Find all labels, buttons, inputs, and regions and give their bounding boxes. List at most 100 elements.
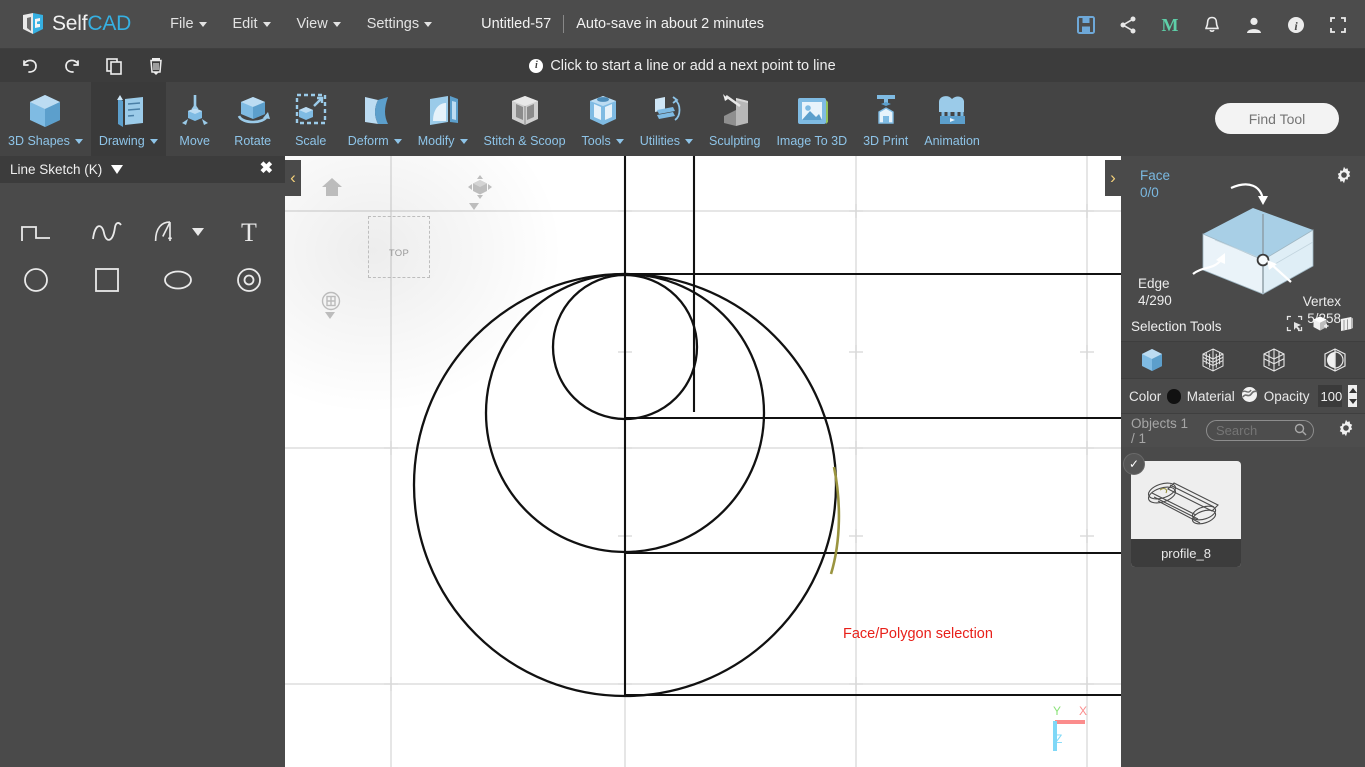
- ring-icon[interactable]: [223, 263, 275, 297]
- circle-icon[interactable]: [10, 263, 62, 297]
- tool-modify[interactable]: Modify: [410, 82, 476, 156]
- collapse-right-panel-button[interactable]: ›: [1105, 160, 1121, 196]
- user-icon[interactable]: [1243, 14, 1265, 36]
- chevron-down-icon: [332, 21, 341, 27]
- tool-3d-shapes[interactable]: 3D Shapes: [0, 82, 91, 156]
- chevron-down-icon[interactable]: [111, 165, 124, 174]
- top-menu-bar: SelfCAD File Edit View Settings Untitled…: [0, 0, 1365, 49]
- opacity-value[interactable]: 100: [1317, 385, 1343, 407]
- sketch-tool-grid: T: [0, 183, 285, 297]
- collapse-left-panel-button[interactable]: ‹: [285, 160, 301, 196]
- shell-mode-icon[interactable]: [1304, 341, 1365, 379]
- selfcad-logo[interactable]: SelfCAD: [20, 11, 131, 37]
- opacity-stepper[interactable]: [1348, 385, 1357, 407]
- stepper-down-icon[interactable]: [1348, 399, 1357, 404]
- tool-3d-print[interactable]: 3D Print: [855, 82, 916, 156]
- tool-stitch-and-scoop[interactable]: Stitch & Scoop: [476, 82, 574, 156]
- redo-icon[interactable]: [58, 55, 86, 77]
- find-tool-input[interactable]: [1215, 103, 1339, 134]
- tool-stitch-label: Stitch & Scoop: [483, 134, 566, 148]
- chevron-down-icon[interactable]: [191, 228, 204, 236]
- selection-vertex-label: Vertex: [1302, 294, 1341, 309]
- info-icon[interactable]: i: [1285, 14, 1307, 36]
- bell-icon[interactable]: [1201, 14, 1223, 36]
- text-icon[interactable]: T: [223, 215, 275, 249]
- fullscreen-icon[interactable]: [1327, 14, 1349, 36]
- selection-edge-label: Edge: [1138, 276, 1170, 291]
- face-mode-icon[interactable]: [1243, 341, 1304, 379]
- polyline-icon[interactable]: [10, 215, 62, 249]
- object-thumbnail: [1131, 461, 1241, 539]
- color-swatch[interactable]: [1167, 388, 1181, 404]
- tool-rotate-label: Rotate: [234, 134, 272, 148]
- selection-edge-count: 4/290: [1138, 293, 1172, 308]
- document-title[interactable]: Untitled-57: [481, 16, 551, 32]
- tool-tools[interactable]: Tools: [574, 82, 632, 156]
- scale-icon: [290, 88, 332, 134]
- stepper-up-icon[interactable]: [1348, 388, 1357, 393]
- view-cube-dropdown-icon[interactable]: [469, 203, 479, 210]
- object-visibility-checkbox[interactable]: ✓: [1123, 453, 1145, 475]
- tool-scale[interactable]: Scale: [282, 82, 340, 156]
- objects-search-input[interactable]: [1206, 420, 1314, 441]
- tool-utilities[interactable]: Utilities: [632, 82, 701, 156]
- object-mode-icon[interactable]: [1121, 341, 1182, 379]
- home-icon[interactable]: [321, 176, 343, 203]
- chevron-down-icon: [262, 21, 271, 27]
- save-icon[interactable]: [1075, 14, 1097, 36]
- view-cube-icon[interactable]: [467, 174, 493, 205]
- snap-grid-dropdown-icon[interactable]: [325, 312, 335, 319]
- svg-text:M: M: [1162, 15, 1179, 35]
- tool-drawing[interactable]: Drawing: [90, 82, 166, 156]
- tool-animation[interactable]: Animation: [916, 82, 988, 156]
- tool-sculpting[interactable]: Sculpting: [701, 82, 768, 156]
- box-select-icon[interactable]: [1312, 315, 1329, 337]
- viewport-3d[interactable]: ‹ › TOP Face/Polygon selection Y X Z: [285, 156, 1121, 767]
- move-icon: [174, 88, 216, 134]
- share-icon[interactable]: [1117, 14, 1139, 36]
- right-panel: Face 0/0 Edge 4/290 Vertex 5/258 Selecti…: [1121, 156, 1365, 767]
- tool-animation-label: Animation: [924, 134, 980, 148]
- ellipse-icon[interactable]: [152, 263, 204, 297]
- stitch-icon: [504, 88, 546, 134]
- copy-icon[interactable]: [100, 55, 128, 77]
- objects-list: ✓ profile_8: [1121, 447, 1365, 567]
- rect-select-icon[interactable]: [1286, 315, 1303, 337]
- tool-move[interactable]: Move: [166, 82, 224, 156]
- freehand-icon[interactable]: [152, 215, 204, 249]
- left-panel-header: Line Sketch (K) ✖: [0, 156, 285, 183]
- menu-edit[interactable]: Edit: [220, 10, 284, 38]
- menu-settings[interactable]: Settings: [354, 10, 445, 38]
- tool-modify-label: Modify: [417, 134, 455, 148]
- material-label: Material: [1186, 388, 1235, 404]
- objects-settings-gear-icon[interactable]: [1337, 419, 1355, 442]
- sculpting-icon: [714, 88, 756, 134]
- tool-rotate[interactable]: Rotate: [224, 82, 282, 156]
- selection-tools-label: Selection Tools: [1131, 318, 1222, 334]
- logo-cad: CAD: [87, 12, 132, 35]
- close-icon[interactable]: ✖: [260, 160, 273, 178]
- selection-edge[interactable]: Edge 4/290: [1138, 275, 1172, 309]
- tool-deform[interactable]: Deform: [340, 82, 410, 156]
- view-orientation-label[interactable]: TOP: [368, 216, 430, 278]
- menu-file[interactable]: File: [157, 10, 219, 38]
- menu-view[interactable]: View: [284, 10, 354, 38]
- trash-icon[interactable]: [142, 55, 170, 77]
- material-icon[interactable]: [1241, 386, 1258, 406]
- printer-icon: [865, 88, 907, 134]
- undo-icon[interactable]: [16, 55, 44, 77]
- tool-image-to-3d[interactable]: Image To 3D: [768, 82, 855, 156]
- m-logo-icon[interactable]: M: [1159, 14, 1181, 36]
- chevron-down-icon: [74, 139, 83, 145]
- menu-items: File Edit View Settings: [157, 10, 445, 38]
- paint-select-icon[interactable]: [1338, 315, 1355, 337]
- selection-face[interactable]: Face 0/0: [1140, 167, 1170, 201]
- menu-view-label: View: [296, 16, 328, 32]
- vertex-mode-icon[interactable]: [1182, 341, 1243, 379]
- chevron-down-icon: [149, 139, 158, 145]
- undo-toolbar: [0, 49, 1365, 82]
- square-icon[interactable]: [81, 263, 133, 297]
- spline-icon[interactable]: [81, 215, 133, 249]
- list-item[interactable]: ✓ profile_8: [1123, 453, 1241, 567]
- chevron-down-icon: [198, 21, 207, 27]
